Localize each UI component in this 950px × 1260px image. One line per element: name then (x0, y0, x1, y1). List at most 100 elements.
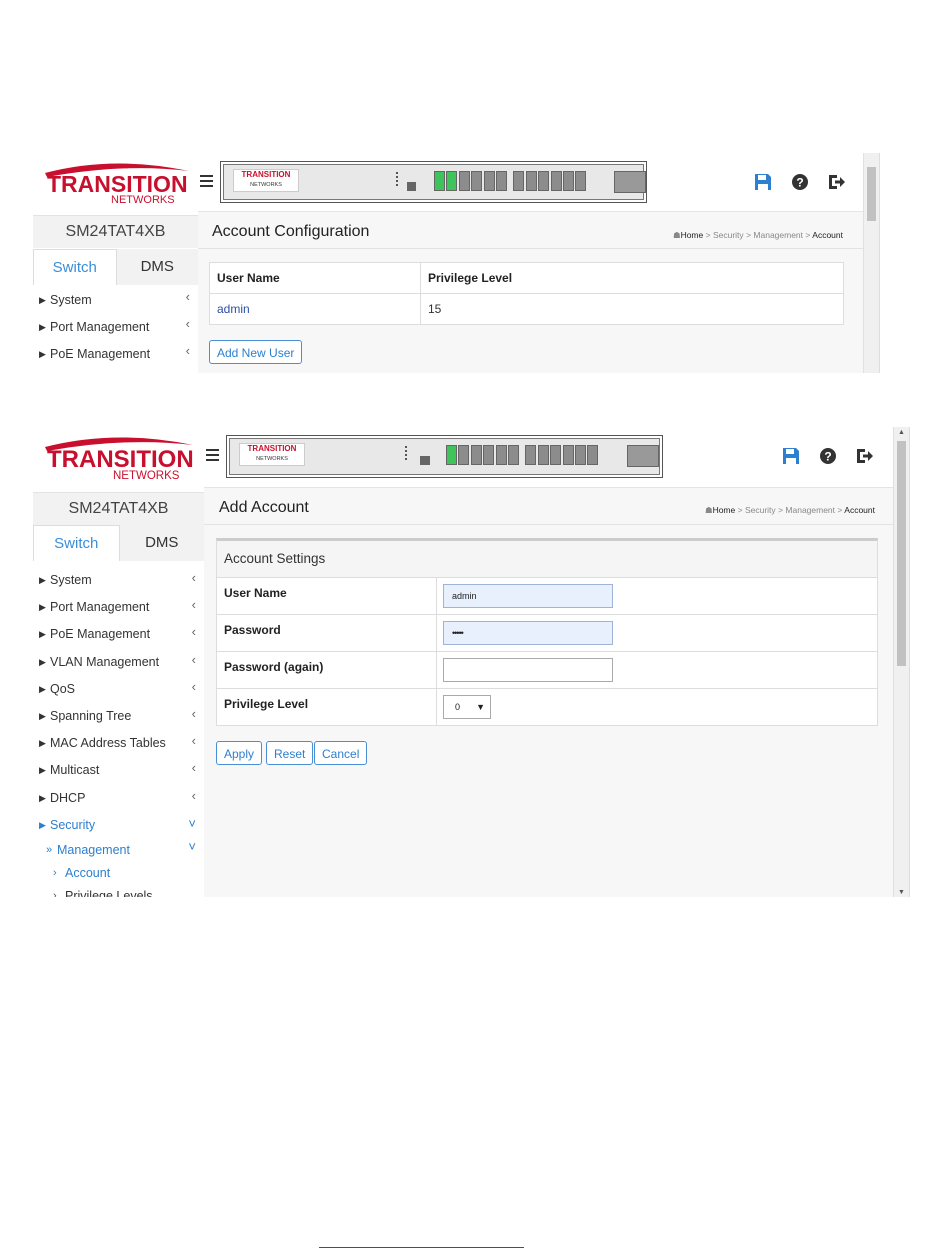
sidebar-item-port-management[interactable]: ▶ Port Management ‹ (33, 594, 204, 621)
scrollbar[interactable] (863, 153, 879, 373)
port-icon[interactable] (434, 171, 445, 191)
save-icon[interactable] (754, 173, 772, 191)
tab-switch[interactable]: Switch (33, 249, 117, 285)
screenshot-account-configuration: TRANSITION NETWORKS SM24TAT4XB Switch DM… (33, 153, 880, 373)
scroll-up-icon[interactable]: ▲ (898, 429, 905, 436)
breadcrumb: ☗Home > Security > Management > Account (672, 230, 843, 240)
port-icon[interactable] (562, 445, 574, 465)
port-icon[interactable] (525, 171, 537, 191)
sidebar-item-account[interactable]: › Account (33, 861, 204, 885)
port-icon[interactable] (550, 445, 562, 465)
breadcrumb-management[interactable]: Management (785, 505, 835, 515)
port-icon[interactable] (537, 445, 549, 465)
chevron-left-icon: ‹ (185, 289, 190, 304)
port-icon[interactable] (575, 171, 587, 191)
sidebar-item-dhcp[interactable]: ▶ DHCP ‹ (33, 785, 204, 812)
breadcrumb-home[interactable]: Home (713, 505, 736, 515)
port-icon[interactable] (574, 445, 586, 465)
sidebar-item-qos[interactable]: ▶ QoS ‹ (33, 676, 204, 703)
port-icon[interactable] (495, 171, 507, 191)
breadcrumb: ☗Home > Security > Management > Account (704, 505, 875, 515)
sidebar: TRANSITION NETWORKS SM24TAT4XB Switch DM… (33, 427, 204, 897)
tab-dms[interactable]: DMS (117, 249, 199, 285)
user-name-input[interactable]: admin (443, 584, 613, 608)
port-icon[interactable] (562, 171, 574, 191)
breadcrumb-security[interactable]: Security (745, 505, 776, 515)
port-icon[interactable] (525, 445, 537, 465)
caret-right-icon: ▶ (39, 710, 46, 721)
breadcrumb-account: Account (812, 230, 843, 240)
divider (198, 248, 879, 249)
port-icon[interactable] (495, 445, 507, 465)
chevron-left-icon: ‹ (191, 760, 196, 776)
sidebar-item-port-management[interactable]: ▶ Port Management ‹ (33, 314, 198, 341)
caret-right-icon: ▶ (39, 819, 46, 830)
hamburger-menu-icon[interactable] (206, 449, 219, 464)
svg-text:NETWORKS: NETWORKS (111, 194, 175, 205)
svg-text:NETWORKS: NETWORKS (113, 470, 180, 481)
chevron-right-icon: › (53, 866, 57, 879)
logout-icon[interactable] (855, 447, 873, 465)
sidebar-item-system[interactable]: ▶ System ‹ (33, 287, 198, 314)
reset-button[interactable]: Reset (266, 741, 314, 765)
hamburger-menu-icon[interactable] (200, 175, 213, 190)
password-again-input[interactable] (443, 658, 613, 682)
caret-right-icon: ▶ (39, 792, 46, 803)
port-icon[interactable] (513, 171, 525, 191)
sidebar-item-security[interactable]: ▶ Security ˅ (33, 812, 204, 839)
sidebar-item-management[interactable]: » Management ˅ (33, 839, 204, 861)
footer-link-underline[interactable] (319, 1247, 524, 1248)
account-settings-panel: Account Settings User Name admin Passwor… (216, 538, 878, 726)
port-icon[interactable] (507, 445, 519, 465)
page-title: Add Account (219, 499, 309, 516)
scrollbar[interactable]: ▲ ▼ (893, 427, 909, 897)
help-icon[interactable]: ? (791, 173, 809, 191)
port-icon[interactable] (538, 171, 550, 191)
port-icon[interactable] (446, 445, 457, 465)
port-icon[interactable] (483, 445, 495, 465)
save-icon[interactable] (782, 447, 800, 465)
sidebar-item-privilege-levels[interactable]: › Privilege Levels (33, 885, 204, 897)
sfp-port-icon[interactable] (627, 445, 659, 467)
breadcrumb-security[interactable]: Security (713, 230, 744, 240)
sidebar-item-system[interactable]: ▶ System ‹ (33, 567, 204, 594)
password-label: Password (217, 615, 437, 651)
port-icon[interactable] (458, 171, 470, 191)
form-row-user-name: User Name admin (217, 578, 877, 615)
port-icon[interactable] (446, 171, 458, 191)
switch-front-panel: TRANSITION NETWORKS (226, 435, 663, 478)
sidebar-tabs: Switch DMS (33, 249, 198, 285)
sidebar-item-spanning-tree[interactable]: ▶ Spanning Tree ‹ (33, 703, 204, 730)
port-icon[interactable] (483, 171, 495, 191)
help-icon[interactable]: ? (819, 447, 837, 465)
table-header-row: User Name Privilege Level (209, 262, 844, 294)
port-icon[interactable] (470, 445, 482, 465)
password-input[interactable]: ••••• (443, 621, 613, 645)
port-icon[interactable] (471, 171, 483, 191)
logout-icon[interactable] (827, 173, 845, 191)
apply-button[interactable]: Apply (216, 741, 263, 765)
tab-dms[interactable]: DMS (120, 525, 205, 561)
screenshot-add-account: TRANSITION NETWORKS SM24TAT4XB Switch DM… (33, 427, 910, 897)
tab-switch[interactable]: Switch (33, 525, 120, 561)
port-icon[interactable] (550, 171, 562, 191)
breadcrumb-home[interactable]: Home (681, 230, 704, 240)
privilege-level-select[interactable]: 0 ▼ (443, 695, 491, 719)
scroll-down-icon[interactable]: ▼ (898, 889, 905, 896)
chevron-left-icon: ‹ (185, 342, 190, 358)
sfp-port-icon[interactable] (614, 171, 646, 193)
sidebar-item-vlan-management[interactable]: ▶ VLAN Management ‹ (33, 649, 204, 676)
port-icon[interactable] (587, 445, 599, 465)
breadcrumb-management[interactable]: Management (753, 230, 803, 240)
sidebar: TRANSITION NETWORKS SM24TAT4XB Switch DM… (33, 153, 198, 373)
sidebar-item-mac-address-tables[interactable]: ▶ MAC Address Tables ‹ (33, 730, 204, 757)
port-icon[interactable] (458, 445, 470, 465)
sidebar-item-poe-management[interactable]: ▶ PoE Management ‹ (33, 621, 204, 648)
cancel-button[interactable]: Cancel (314, 741, 368, 765)
sidebar-item-poe-management[interactable]: ▶ PoE Management ‹ (33, 341, 198, 368)
add-new-user-button[interactable]: Add New User (209, 340, 303, 364)
home-icon: ☗ (672, 230, 681, 240)
user-name-link[interactable]: admin (209, 293, 421, 325)
sidebar-item-multicast[interactable]: ▶ Multicast ‹ (33, 757, 204, 784)
breadcrumb-account: Account (844, 505, 875, 515)
